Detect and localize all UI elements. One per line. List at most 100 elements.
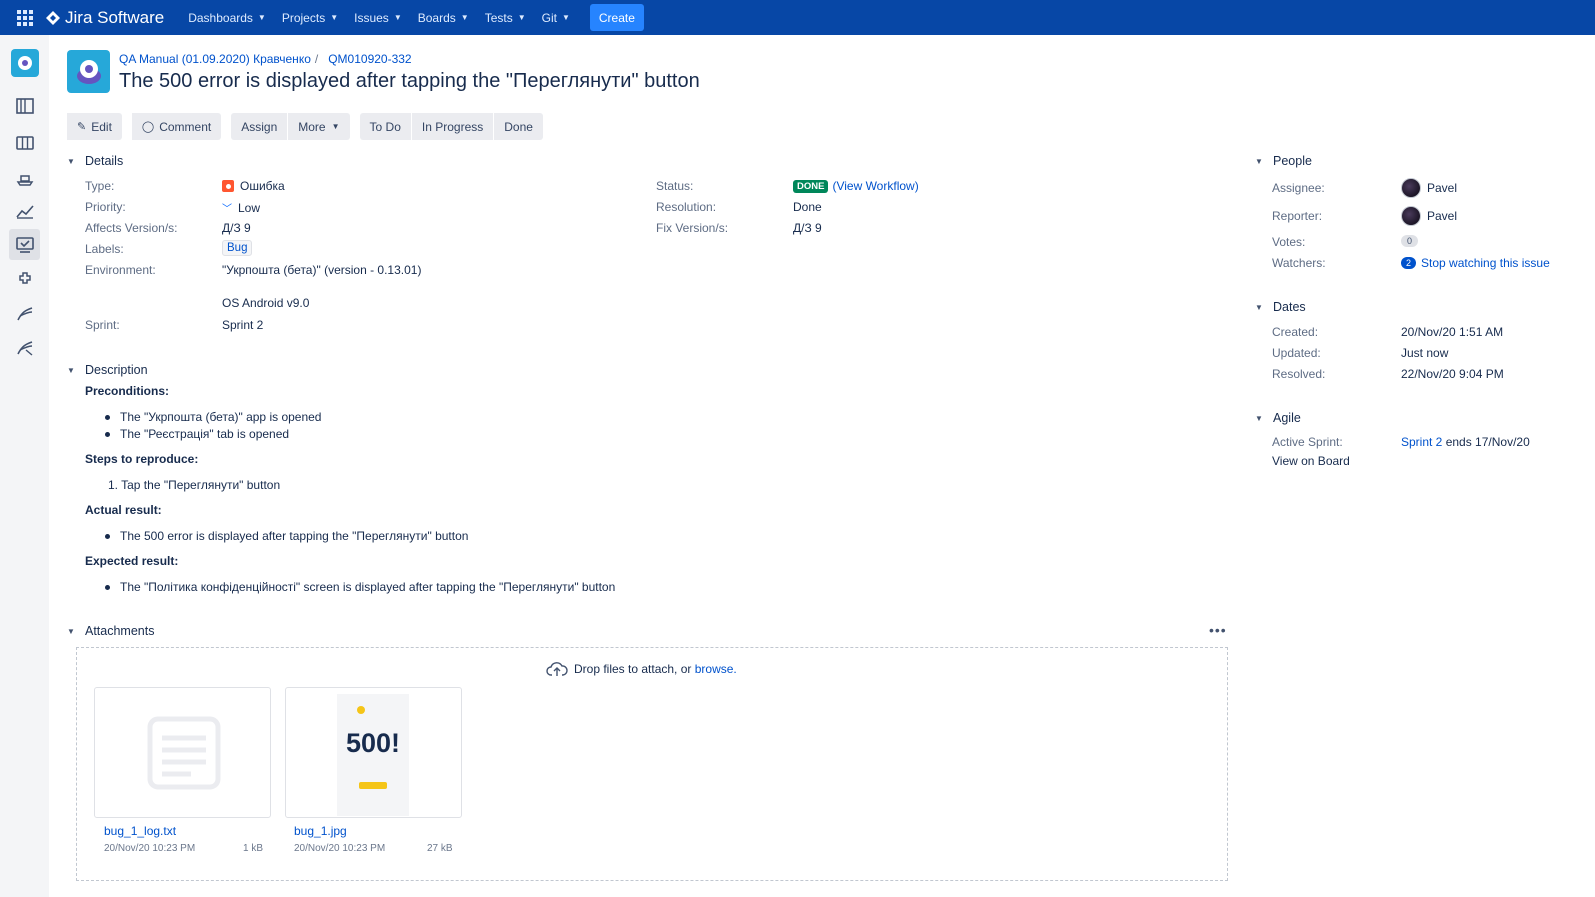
board-icon[interactable] <box>9 127 40 158</box>
issues-icon[interactable] <box>9 229 40 260</box>
reports-icon[interactable] <box>9 195 40 226</box>
fix-version-label: Fix Version/s: <box>656 221 729 235</box>
list-item: The "Політика конфіденційності" screen i… <box>103 580 615 594</box>
description-section-toggle[interactable]: ▼ Description <box>67 363 148 377</box>
done-transition-button[interactable]: Done <box>494 113 543 140</box>
sprint-link[interactable]: Sprint 2 <box>1401 435 1442 449</box>
assign-button[interactable]: Assign <box>231 113 288 140</box>
nav-label: Boards <box>417 10 456 25</box>
attachment-name-txt[interactable]: bug_1_log.txt <box>104 824 176 838</box>
breadcrumb-project[interactable]: QA Manual (01.09.2020) Кравченко <box>119 52 311 66</box>
app-switcher-icon[interactable] <box>17 9 33 26</box>
affects-version-value: Д/З 9 <box>222 221 251 235</box>
stop-watching-link[interactable]: Stop watching this issue <box>1421 256 1550 270</box>
more-options-icon[interactable]: ••• <box>1209 622 1227 638</box>
nav-git[interactable]: Git ▼ <box>534 0 578 35</box>
nav-projects[interactable]: Projects ▼ <box>274 0 346 35</box>
sprint-label: Sprint: <box>85 318 120 332</box>
nav-dashboards[interactable]: Dashboards ▼ <box>180 0 274 35</box>
assignee-value[interactable]: Pavel <box>1401 178 1457 198</box>
list-item: The "Укрпошта (бета)" app is opened <box>103 410 321 424</box>
attachment-thumbnail-jpg[interactable]: 500! <box>285 687 462 818</box>
in-progress-transition-button[interactable]: In Progress <box>411 113 494 140</box>
attachment-size-txt: 1 kB <box>243 843 264 854</box>
chevron-down-icon: ▼ <box>257 13 266 22</box>
more-button[interactable]: More ▼ <box>288 113 350 140</box>
list-item-text: The 500 error is displayed after tapping… <box>120 529 469 543</box>
updated-value: Just now <box>1401 346 1449 360</box>
components-icon[interactable] <box>9 264 40 295</box>
attachment-thumbnail-txt[interactable] <box>94 687 271 818</box>
agile-section-toggle[interactable]: ▼ Agile <box>1255 411 1301 425</box>
affects-version-label: Affects Version/s: <box>85 221 178 235</box>
votes-value[interactable]: 0 <box>1401 235 1419 247</box>
steps-title: Steps to reproduce: <box>85 452 199 466</box>
edit-label: Edit <box>91 119 112 134</box>
chevron-down-icon: ▼ <box>67 365 75 375</box>
attachments-heading: Attachments <box>85 624 155 638</box>
votes-label: Votes: <box>1272 235 1306 249</box>
agile-heading: Agile <box>1273 411 1301 425</box>
browse-link[interactable]: browse. <box>695 662 737 676</box>
priority-value: ﹀ Low <box>222 200 260 216</box>
preview-error-text: 500! <box>345 728 401 758</box>
test-icon[interactable] <box>9 298 40 329</box>
dates-section-toggle[interactable]: ▼ Dates <box>1255 300 1306 314</box>
ukrposhta-logo-icon <box>357 706 365 714</box>
project-avatar-icon[interactable] <box>11 49 39 77</box>
watchers-count-badge[interactable]: 2 <box>1401 257 1417 269</box>
type-value: Ошибка <box>222 179 285 193</box>
list-item: The 500 error is displayed after tapping… <box>103 529 468 543</box>
attachment-date-jpg: 20/Nov/20 10:23 PM <box>294 843 386 854</box>
active-sprint-label: Active Sprint: <box>1272 435 1343 449</box>
fix-version-link[interactable]: Д/З 9 <box>793 221 822 235</box>
list-item-text: The "Політика конфіденційності" screen i… <box>120 580 616 594</box>
todo-transition-button[interactable]: To Do <box>359 113 411 140</box>
chevron-down-icon: ▼ <box>1255 156 1263 166</box>
list-item: The "Реєстрація" tab is opened <box>103 427 289 441</box>
list-item-text: The "Реєстрація" tab is opened <box>120 427 290 441</box>
attachment-date-txt: 20/Nov/20 10:23 PM <box>104 843 196 854</box>
chevron-down-icon: ▼ <box>1255 413 1263 423</box>
status-lozenge: DONE <box>793 179 829 193</box>
jira-logo-icon <box>46 10 60 25</box>
description-heading: Description <box>85 363 148 377</box>
type-label: Type: <box>85 179 115 193</box>
nav-issues[interactable]: Issues ▼ <box>346 0 410 35</box>
comment-label: Comment <box>159 119 212 134</box>
test-execution-icon[interactable] <box>9 332 40 363</box>
create-button[interactable]: Create <box>589 4 644 31</box>
assignee-label: Assignee: <box>1272 181 1325 195</box>
reporter-value[interactable]: Pavel <box>1401 206 1457 226</box>
view-on-board-link[interactable]: View on Board <box>1272 454 1350 468</box>
project-avatar[interactable] <box>67 50 110 93</box>
expected-result-title: Expected result: <box>85 554 179 568</box>
nav-boards[interactable]: Boards ▼ <box>410 0 477 35</box>
nav-label: Git <box>541 10 557 25</box>
updated-label: Updated: <box>1272 346 1321 360</box>
nav-label: Dashboards <box>188 10 253 25</box>
actual-result-title: Actual result: <box>85 503 162 517</box>
attachments-section-toggle[interactable]: ▼ Attachments <box>67 624 154 638</box>
attachment-name-jpg[interactable]: bug_1.jpg <box>294 824 347 838</box>
nav-tests[interactable]: Tests ▼ <box>477 0 534 35</box>
label-chip[interactable]: Bug <box>222 240 253 256</box>
people-section-toggle[interactable]: ▼ People <box>1255 154 1312 168</box>
drop-message: Drop files to attach, or browse. <box>546 661 737 677</box>
cloud-upload-icon <box>546 662 568 676</box>
screenshot-preview: 500! <box>337 694 409 816</box>
details-section-toggle[interactable]: ▼ Details <box>67 154 123 168</box>
releases-icon[interactable] <box>9 162 40 193</box>
jira-logo[interactable]: Jira Software <box>45 8 164 28</box>
comment-button[interactable]: ◯ Comment <box>131 113 222 140</box>
backlog-icon[interactable] <box>9 90 40 121</box>
edit-button[interactable]: ✎ Edit <box>67 113 122 140</box>
comment-icon: ◯ <box>141 121 155 133</box>
chevron-down-icon: ▼ <box>460 13 469 22</box>
breadcrumb-issue-key[interactable]: QM010920-332 <box>328 52 411 66</box>
priority-label: Priority: <box>85 200 126 214</box>
view-workflow-link[interactable]: (View Workflow) <box>832 179 918 193</box>
environment-label: Environment: <box>85 263 156 277</box>
nav-label: Issues <box>354 10 389 25</box>
preview-button <box>359 782 387 789</box>
